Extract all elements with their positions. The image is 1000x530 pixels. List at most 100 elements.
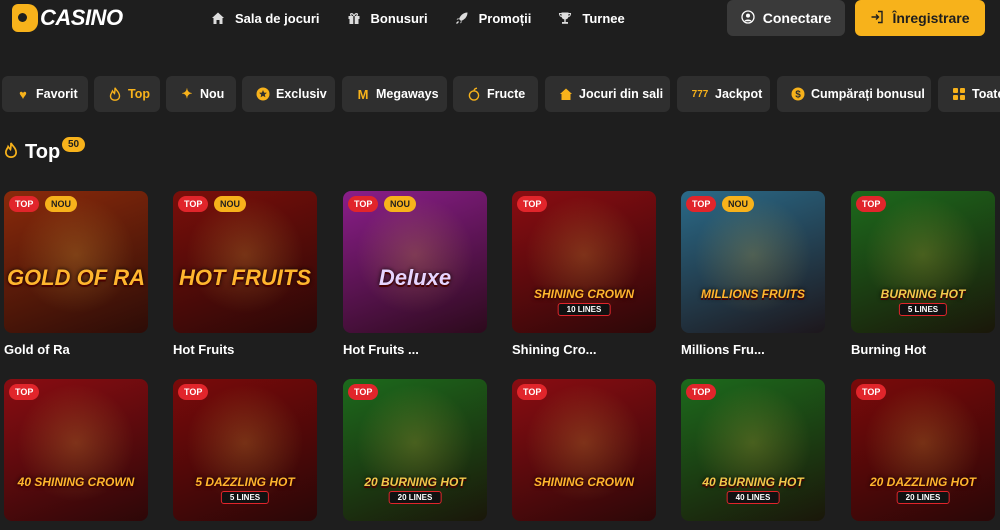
login-button[interactable]: Conectare xyxy=(727,0,845,36)
site-logo[interactable]: CASINO xyxy=(12,4,123,32)
game-art-title: 20 BURNING HOT xyxy=(364,475,466,489)
game-thumbnail xyxy=(512,379,656,521)
top-badge: TOP xyxy=(686,196,717,212)
top-badge: TOP xyxy=(9,196,40,212)
category-jackpot[interactable]: 777 Jackpot xyxy=(677,76,770,112)
game-tile[interactable]: SHINING CROWN TOP xyxy=(512,379,656,521)
category-top[interactable]: Top xyxy=(94,76,160,112)
category-label: Nou xyxy=(200,87,225,101)
category-jocuri-din-sali[interactable]: Jocuri din sali xyxy=(545,76,670,112)
game-art-title: Deluxe xyxy=(378,265,452,290)
game-lines-label: 5 LINES xyxy=(220,491,270,504)
nav-item-promotions[interactable]: Promoții xyxy=(454,10,532,26)
game-tile[interactable]: 5 DAZZLING HOT 5 LINES TOP xyxy=(173,379,317,521)
jackpot-icon: 777 xyxy=(691,88,709,100)
category-bar: ♥ Favorit Top ✦ Nou Exclusiv M Megaways … xyxy=(0,76,1000,112)
game-art-title: BURNING HOT xyxy=(880,287,966,301)
game-tile[interactable]: HOT FRUITS TOP NOU xyxy=(173,191,317,333)
game-tile[interactable]: BURNING HOT 5 LINES TOP xyxy=(851,191,995,333)
game-tile[interactable]: SHINING CROWN 10 LINES TOP xyxy=(512,191,656,333)
game-tile[interactable]: GOLD OF RA TOP NOU xyxy=(4,191,148,333)
nav-item-bonuses[interactable]: Bonusuri xyxy=(346,10,428,26)
fruit-icon xyxy=(467,87,481,101)
game-art-title: GOLD OF RA xyxy=(6,265,146,290)
new-badge: NOU xyxy=(214,196,246,212)
nav-label: Bonusuri xyxy=(370,10,428,26)
top-badge: TOP xyxy=(517,384,548,400)
category-label: Top xyxy=(128,87,150,101)
top-header: CASINO Sala de jocuri Bonusuri Promoții … xyxy=(0,0,1000,40)
register-label: Înregistrare xyxy=(892,10,970,26)
nav-item-games[interactable]: Sala de jocuri xyxy=(210,10,320,26)
category-cumparati-bonusul[interactable]: $ Cumpărați bonusul xyxy=(777,76,931,112)
game-art-title: 5 DAZZLING HOT xyxy=(195,475,295,489)
game-title[interactable]: Shining Cro... xyxy=(512,342,597,357)
game-title[interactable]: Gold of Ra xyxy=(4,342,70,357)
nav-item-tournaments[interactable]: Turnee xyxy=(557,10,625,26)
logo-text: CASINO xyxy=(40,5,123,30)
game-art-title: MILLIONS FRUITS xyxy=(701,287,805,301)
main-nav: Sala de jocuri Bonusuri Promoții Turnee xyxy=(210,0,625,36)
nav-label: Sala de jocuri xyxy=(235,10,320,26)
user-icon xyxy=(741,9,755,27)
home-icon xyxy=(210,10,226,26)
category-favorit[interactable]: ♥ Favorit xyxy=(2,76,88,112)
game-tile[interactable]: Deluxe TOP NOU xyxy=(343,191,487,333)
category-label: Fructe xyxy=(487,87,526,101)
category-label: Megaways xyxy=(376,87,439,101)
game-thumbnail xyxy=(173,191,317,333)
game-title[interactable]: Hot Fruits xyxy=(173,342,234,357)
category-label: Cumpărați bonusul xyxy=(811,87,925,101)
category-toate[interactable]: Toate xyxy=(938,76,1000,112)
category-label: Favorit xyxy=(36,87,78,101)
trophy-icon xyxy=(557,10,573,26)
category-exclusiv[interactable]: Exclusiv xyxy=(242,76,335,112)
category-label: Jocuri din sali xyxy=(579,87,664,101)
login-label: Conectare xyxy=(762,10,832,26)
section-title: Top xyxy=(25,141,61,163)
top-badge: TOP xyxy=(686,384,717,400)
top-badge: TOP xyxy=(348,384,379,400)
megaways-icon: M xyxy=(357,86,369,102)
game-art-title: SHINING CROWN xyxy=(534,287,634,301)
game-tile[interactable]: 40 SHINING CROWN TOP xyxy=(4,379,148,521)
category-fructe[interactable]: Fructe xyxy=(453,76,538,112)
nav-label: Turnee xyxy=(582,10,625,26)
game-tile[interactable]: MILLIONS FRUITS TOP NOU xyxy=(681,191,825,333)
game-title[interactable]: Millions Fru... xyxy=(681,342,765,357)
game-lines-label: 10 LINES xyxy=(557,303,611,316)
grid-icon xyxy=(952,87,966,101)
game-lines-label: 5 LINES xyxy=(898,303,948,316)
game-lines-label: 20 LINES xyxy=(388,491,442,504)
game-tile[interactable]: 40 BURNING HOT 40 LINES TOP xyxy=(681,379,825,521)
flame-icon xyxy=(4,142,18,163)
star-icon xyxy=(256,87,270,101)
section-heading: Top xyxy=(4,141,60,164)
game-thumbnail xyxy=(4,379,148,521)
new-badge: NOU xyxy=(45,196,77,212)
new-badge: NOU xyxy=(722,196,754,212)
game-art-title: HOT FRUITS xyxy=(179,265,311,290)
category-megaways[interactable]: M Megaways xyxy=(342,76,447,112)
game-art-title: 20 DAZZLING HOT xyxy=(869,475,976,489)
game-thumbnail xyxy=(681,191,825,333)
game-title[interactable]: Burning Hot xyxy=(851,342,926,357)
top-badge: TOP xyxy=(856,384,887,400)
game-title[interactable]: Hot Fruits ... xyxy=(343,342,419,357)
gift-icon xyxy=(346,10,362,26)
category-label: Jackpot xyxy=(715,87,763,101)
category-label: Toate xyxy=(972,87,1000,101)
rocket-icon xyxy=(454,10,470,26)
top-badge: TOP xyxy=(348,196,379,212)
game-tile[interactable]: 20 DAZZLING HOT 20 LINES TOP xyxy=(851,379,995,521)
flame-icon xyxy=(108,87,122,101)
heart-icon: ♥ xyxy=(19,86,27,102)
register-button[interactable]: Înregistrare xyxy=(855,0,985,36)
nav-label: Promoții xyxy=(478,10,532,26)
games-count-badge: 50 xyxy=(62,137,86,152)
top-badge: TOP xyxy=(856,196,887,212)
game-tile[interactable]: 20 BURNING HOT 20 LINES TOP xyxy=(343,379,487,521)
new-badge: NOU xyxy=(384,196,416,212)
category-nou[interactable]: ✦ Nou xyxy=(166,76,236,112)
game-lines-label: 20 LINES xyxy=(896,491,950,504)
